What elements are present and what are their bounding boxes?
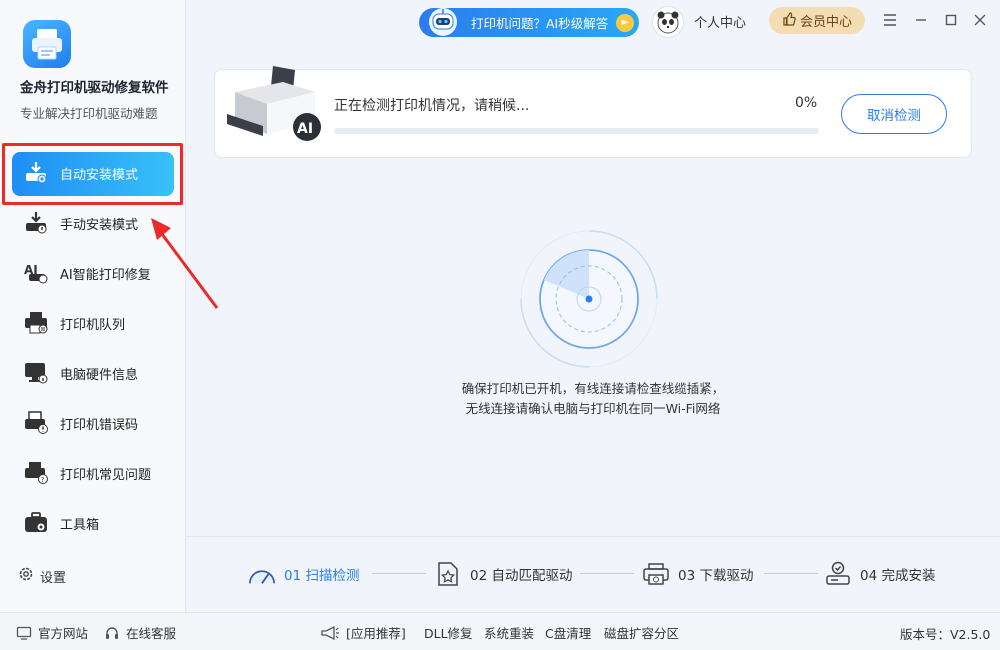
footer-bar: 官方网站 在线客服 [应用推荐] DLL修复 系统重装 C盘清理 磁盘扩容分区 … xyxy=(0,612,1000,650)
online-service-label: 在线客服 xyxy=(126,626,177,641)
sidebar-item-label: 打印机常见问题 xyxy=(60,467,152,483)
printer-download-icon xyxy=(642,560,670,588)
sidebar-item-label: 手动安装模式 xyxy=(60,217,139,233)
version-label: 版本号：V2.5.0 xyxy=(900,627,991,642)
step-download-driver: 03 下载驱动 xyxy=(642,560,753,588)
official-site-label: 官方网站 xyxy=(38,626,89,641)
ai-help-banner[interactable]: 打印机问题？AI秒级解答 ► xyxy=(419,7,639,37)
megaphone-icon xyxy=(320,625,340,641)
close-icon xyxy=(974,14,986,26)
error-code-icon xyxy=(22,409,50,437)
online-service-link[interactable]: 在线客服 xyxy=(104,623,176,642)
app-recommend: [应用推荐] xyxy=(320,623,406,642)
vip-center-button[interactable]: 会员中心 xyxy=(769,7,865,34)
app-logo xyxy=(23,20,71,68)
sidebar-nav: 自动安装模式 手动安装模式 AI AI智能打印修复 打印机队列 电脑硬件信息 打… xyxy=(0,148,186,548)
step-separator xyxy=(372,573,426,574)
personal-center-link[interactable]: 个人中心 xyxy=(694,12,746,31)
ai-printer-icon: AI xyxy=(223,64,323,148)
official-site-link[interactable]: 官方网站 xyxy=(16,623,88,642)
svg-text:?: ? xyxy=(41,476,45,484)
step-label: 04 完成安装 xyxy=(860,568,936,584)
step-scan: 01 扫描检测 xyxy=(248,560,359,588)
headset-icon xyxy=(104,625,120,641)
close-button[interactable] xyxy=(970,10,990,30)
step-complete-install: 04 完成安装 xyxy=(824,560,935,588)
hardware-info-icon xyxy=(22,359,50,387)
faq-icon: ? xyxy=(22,459,50,487)
scan-status-text: 正在检测打印机情况，请稍候... xyxy=(334,98,530,114)
robot-icon xyxy=(425,3,461,39)
sidebar-item-label: 工具箱 xyxy=(60,517,100,533)
sidebar-item-label: 电脑硬件信息 xyxy=(60,367,139,383)
cancel-scan-button[interactable]: 取消检测 xyxy=(841,94,947,134)
sidebar-item-auto-install[interactable]: 自动安装模式 xyxy=(0,148,186,198)
scan-progress-bar xyxy=(334,128,819,134)
sidebar-item-label: 打印机队列 xyxy=(60,317,126,333)
app-name: 金舟打印机驱动修复软件 xyxy=(20,80,169,96)
manual-install-icon xyxy=(22,209,50,237)
app-recommend-label: [应用推荐] xyxy=(346,626,406,641)
sidebar-item-label: 打印机错误码 xyxy=(60,417,139,433)
connection-hint-line1: 确保打印机已开机，有线连接请检查线缆插紧， xyxy=(461,381,725,396)
app-subtitle: 专业解决打印机驱动难题 xyxy=(20,106,158,121)
svg-text:AI: AI xyxy=(297,121,313,137)
document-star-icon xyxy=(434,560,462,588)
sidebar-item-label: AI智能打印修复 xyxy=(60,267,151,283)
avatar[interactable] xyxy=(652,6,684,38)
auto-install-icon xyxy=(22,159,50,187)
maximize-icon xyxy=(945,14,957,26)
scan-percent: 0% xyxy=(795,95,818,111)
chevron-right-icon: ► xyxy=(616,13,635,32)
sidebar-item-error-code[interactable]: 打印机错误码 xyxy=(0,398,186,448)
radar-scan-icon xyxy=(520,230,658,368)
step-label: 03 下载驱动 xyxy=(678,568,754,584)
minimize-icon xyxy=(916,19,926,21)
step-label: 01 扫描检测 xyxy=(284,568,360,584)
menu-button[interactable] xyxy=(880,10,900,30)
sidebar-item-faq[interactable]: ? 打印机常见问题 xyxy=(0,448,186,498)
step-label: 02 自动匹配驱动 xyxy=(470,568,573,584)
steps-divider xyxy=(186,536,1000,537)
step-separator xyxy=(764,573,818,574)
printer-queue-icon xyxy=(22,309,50,337)
scan-gauge-icon xyxy=(248,560,276,588)
ai-repair-icon: AI xyxy=(22,259,50,287)
sidebar-item-toolbox[interactable]: 工具箱 xyxy=(0,498,186,548)
step-match-driver: 02 自动匹配驱动 xyxy=(434,560,572,588)
ai-banner-text: 打印机问题？AI秒级解答 xyxy=(471,16,609,31)
maximize-button[interactable] xyxy=(941,10,961,30)
toolbox-icon xyxy=(22,509,50,537)
home-icon xyxy=(16,626,32,640)
gear-icon xyxy=(18,566,34,586)
minimize-button[interactable] xyxy=(911,10,931,30)
menu-icon xyxy=(884,14,896,26)
sidebar-item-label: 自动安装模式 xyxy=(60,167,139,183)
check-drive-icon xyxy=(824,560,852,588)
connection-hint-line2: 无线连接请确认电脑与打印机在同一Wi-Fi网络 xyxy=(465,401,721,416)
footer-link-dll-repair[interactable]: DLL修复 xyxy=(424,623,473,642)
sidebar-item-hardware-info[interactable]: 电脑硬件信息 xyxy=(0,348,186,398)
footer-link-disk-partition[interactable]: 磁盘扩容分区 xyxy=(604,623,679,642)
annotation-arrow xyxy=(151,218,219,309)
settings-label: 设置 xyxy=(40,570,67,586)
settings-button[interactable]: 设置 xyxy=(18,566,66,586)
scan-progress-card: AI 正在检测打印机情况，请稍候... 0% 取消检测 xyxy=(214,66,972,158)
step-separator xyxy=(580,573,634,574)
footer-link-system-reinstall[interactable]: 系统重装 xyxy=(484,623,534,642)
thumbs-up-icon xyxy=(782,11,796,30)
footer-link-c-drive-clean[interactable]: C盘清理 xyxy=(545,623,591,642)
vip-center-label: 会员中心 xyxy=(799,15,852,30)
